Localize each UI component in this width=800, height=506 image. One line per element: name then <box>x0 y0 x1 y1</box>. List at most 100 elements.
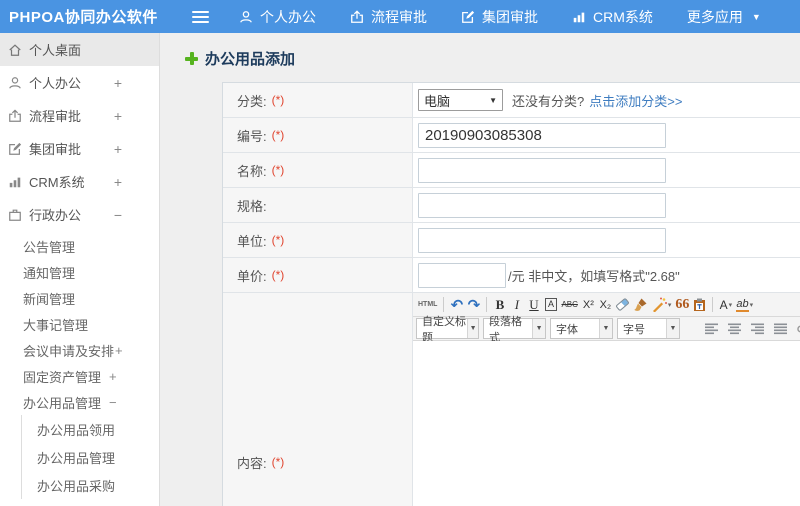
subscript-button[interactable]: X₂ <box>597 295 614 315</box>
eraser-button[interactable] <box>614 295 631 315</box>
sidebar-subitem-fixed-assets[interactable]: 固定资产管理 + <box>0 363 159 389</box>
font-color-button[interactable]: A ▾ <box>717 295 734 315</box>
highlight-color-button[interactable]: ab ▾ <box>734 295 755 315</box>
number-value-cell <box>413 118 800 152</box>
subitem-label: 办公用品领用 <box>37 422 116 438</box>
field-label: 单价: <box>237 268 267 284</box>
collapse-icon[interactable]: − <box>109 395 117 410</box>
sidebar-item-crm[interactable]: CRM系统 + <box>0 165 159 198</box>
unit-input[interactable] <box>418 227 666 253</box>
blockquote-button[interactable]: 66 <box>673 295 691 315</box>
process-approval-icon <box>7 108 23 123</box>
font-family-select[interactable]: 字体 ▼ <box>550 318 613 339</box>
form-row-name: 名称: (*) <box>223 153 800 188</box>
spec-input[interactable] <box>418 192 666 218</box>
sidebar-subitem-notice[interactable]: 通知管理 <box>0 259 159 285</box>
subitem-label: 公告管理 <box>23 239 76 255</box>
topnav-more-apps[interactable]: 更多应用 ▼ <box>670 0 778 33</box>
sidebar-item-label: 行政办公 <box>29 208 82 223</box>
name-input[interactable] <box>418 157 666 183</box>
autoformat-button[interactable]: ▾ <box>650 295 674 315</box>
sidebar-item-label: 集团审批 <box>29 142 82 157</box>
field-label: 名称: <box>237 163 267 179</box>
sidebar-item-admin-office[interactable]: 行政办公 − <box>0 198 159 231</box>
sidebar-item-label: 个人办公 <box>29 76 82 91</box>
price-label-cell: 单价: (*) <box>223 258 413 292</box>
sidebar-item-process-approval[interactable]: 流程审批 + <box>0 99 159 132</box>
sidebar-item-label: 流程审批 <box>29 109 82 124</box>
strikethrough-button[interactable]: ABC <box>559 295 579 315</box>
topnav-label: 流程审批 <box>371 8 427 25</box>
field-label: 内容: <box>237 455 267 471</box>
spec-value-cell <box>413 188 800 222</box>
subitem-label: 会议申请及安排 <box>23 343 115 359</box>
sidebar-item-personal-office[interactable]: 个人办公 + <box>0 66 159 99</box>
align-justify-icon <box>774 323 787 334</box>
collapse-icon[interactable]: − <box>114 207 122 223</box>
align-center-button[interactable] <box>723 319 746 339</box>
category-select[interactable]: 电脑 ▼ <box>418 89 503 111</box>
price-input[interactable] <box>418 262 506 288</box>
required-marker: (*) <box>271 455 285 469</box>
italic-button[interactable]: I <box>508 295 525 315</box>
spec-label-cell: 规格: <box>223 188 413 222</box>
editor-content-area[interactable] <box>413 341 800 506</box>
category-hint: 还没有分类? <box>512 93 585 109</box>
expand-icon[interactable]: + <box>109 369 117 384</box>
paragraph-format-select[interactable]: 段落格式 ▼ <box>483 316 546 344</box>
add-plus-icon <box>185 52 198 65</box>
bold-button[interactable]: B <box>491 295 508 315</box>
sidebar-subitem-supplies-purchase[interactable]: 办公用品采购 <box>22 471 159 499</box>
topnav-process-approval[interactable]: 流程审批 <box>333 0 444 33</box>
price-format-hint: /元 非中文，如填写格式"2.68" <box>508 268 680 284</box>
add-category-link[interactable]: 点击添加分类>> <box>589 91 682 110</box>
font-size-select[interactable]: 字号 ▼ <box>617 318 680 339</box>
align-right-button[interactable] <box>746 319 769 339</box>
number-label-cell: 编号: (*) <box>223 118 413 152</box>
expand-icon[interactable]: + <box>115 343 123 358</box>
source-code-button[interactable]: HTML <box>416 295 439 315</box>
redo-button[interactable]: ↷ <box>465 295 482 315</box>
number-input[interactable] <box>418 122 666 148</box>
sidebar-subitem-announcement[interactable]: 公告管理 <box>0 233 159 259</box>
topnav-label: CRM系统 <box>593 8 653 25</box>
hamburger-menu-icon[interactable] <box>178 10 222 23</box>
text-border-button[interactable]: A <box>542 295 559 315</box>
expand-icon[interactable]: + <box>114 141 122 157</box>
expand-icon[interactable]: + <box>114 75 122 91</box>
expand-icon[interactable]: + <box>114 108 122 124</box>
expand-icon[interactable]: + <box>114 174 122 190</box>
align-justify-button[interactable] <box>769 319 792 339</box>
sidebar-item-group-approval[interactable]: 集团审批 + <box>0 132 159 165</box>
format-brush-button[interactable] <box>631 295 650 315</box>
required-marker: (*) <box>271 268 285 282</box>
supplies-add-form: 分类: (*) 电脑 ▼ 还没有分类? 点击添加分类>> 编号: (*) 201… <box>222 82 800 506</box>
app-logo[interactable]: PHPOA协同办公软件 <box>0 6 178 27</box>
sidebar-item-personal-desktop[interactable]: 个人桌面 <box>0 33 159 66</box>
custom-title-select[interactable]: 自定义标题 ▼ <box>416 316 479 344</box>
undo-button[interactable]: ↶ <box>448 295 465 315</box>
topnav-personal-office[interactable]: 个人办公 <box>222 0 333 33</box>
admin-office-submenu: 公告管理 通知管理 新闻管理 大事记管理 会议申请及安排 + 固定资产管理 + 办公… <box>0 231 159 499</box>
sidebar-subitem-meetings[interactable]: 会议申请及安排 + <box>0 337 159 363</box>
sidebar-subitem-supplies-manage[interactable]: 办公用品管理 <box>22 443 159 471</box>
sidebar-subitem-news[interactable]: 新闻管理 <box>0 285 159 311</box>
sidebar-subitem-events[interactable]: 大事记管理 <box>0 311 159 337</box>
sidebar-subitem-office-supplies[interactable]: 办公用品管理 − <box>0 389 159 415</box>
required-marker: (*) <box>271 93 285 107</box>
main-content: 办公用品添加 分类: (*) 电脑 ▼ 还没有分类? 点击添加分类>> 编号: … <box>160 33 800 506</box>
paste-text-button[interactable] <box>691 295 708 315</box>
topnav-group-approval[interactable]: 集团审批 <box>444 0 555 33</box>
editor-toolbar-row2: 自定义标题 ▼ 段落格式 ▼ 字体 ▼ 字号 ▼ <box>413 316 800 344</box>
sidebar-subitem-supplies-claim[interactable]: 办公用品领用 <box>22 415 159 443</box>
toolbar-divider <box>486 297 488 312</box>
topnav-crm[interactable]: CRM系统 <box>555 0 670 33</box>
superscript-button[interactable]: X² <box>580 295 597 315</box>
chevron-down-icon: ▾ <box>749 301 754 309</box>
align-left-button[interactable] <box>700 319 723 339</box>
page-title: 办公用品添加 <box>205 51 296 68</box>
editor-toolbar-row1: HTML ↶ ↷ B I U A ABC X² X₂ ▾ 66 A ▾ ab ▾ <box>413 293 800 317</box>
underline-button[interactable]: U <box>525 295 542 315</box>
topnav-label: 集团审批 <box>482 8 538 25</box>
insert-link-button[interactable] <box>792 319 800 339</box>
